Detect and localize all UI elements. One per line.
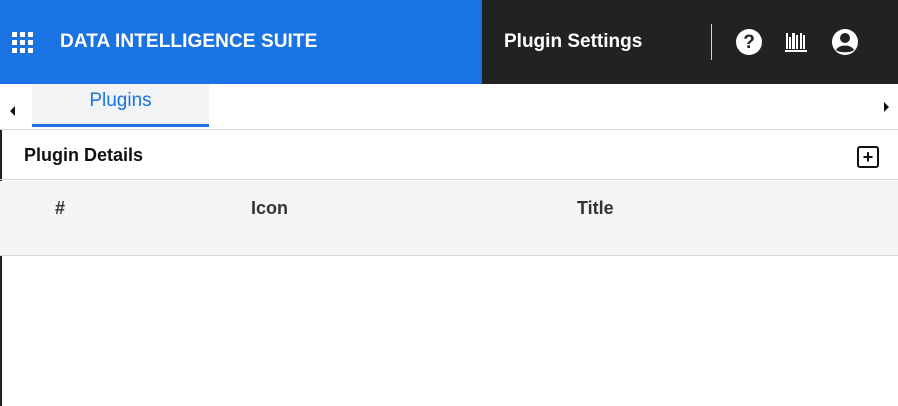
column-header-number[interactable]: # (55, 198, 65, 219)
header-divider (711, 24, 712, 60)
page-title: Plugin Settings (504, 31, 643, 52)
table-header: # Icon Title (0, 181, 898, 256)
apps-grid-icon[interactable] (12, 31, 34, 53)
library-icon[interactable] (782, 28, 810, 56)
brand-bar: DATA INTELLIGENCE SUITE (0, 0, 482, 84)
top-bar: DATA INTELLIGENCE SUITE Plugin Settings … (0, 0, 898, 84)
tab-bar: Plugins (0, 84, 898, 130)
column-header-icon[interactable]: Icon (251, 198, 288, 219)
help-icon[interactable]: ? (735, 28, 763, 56)
tab-plugins-label: Plugins (89, 90, 152, 111)
section-title: Plugin Details (24, 145, 144, 165)
page-header: Plugin Settings ? (482, 0, 898, 84)
user-account-icon[interactable] (831, 28, 859, 56)
scroll-left-icon[interactable] (10, 106, 15, 116)
add-box-icon: + (862, 146, 874, 167)
scroll-right-icon[interactable] (884, 102, 889, 112)
column-header-title[interactable]: Title (577, 198, 614, 219)
section-header: Plugin Details (0, 130, 898, 180)
tab-plugins[interactable]: Plugins (32, 84, 209, 127)
brand-title: DATA INTELLIGENCE SUITE (60, 31, 318, 52)
add-plugin-button[interactable]: + (857, 146, 879, 168)
